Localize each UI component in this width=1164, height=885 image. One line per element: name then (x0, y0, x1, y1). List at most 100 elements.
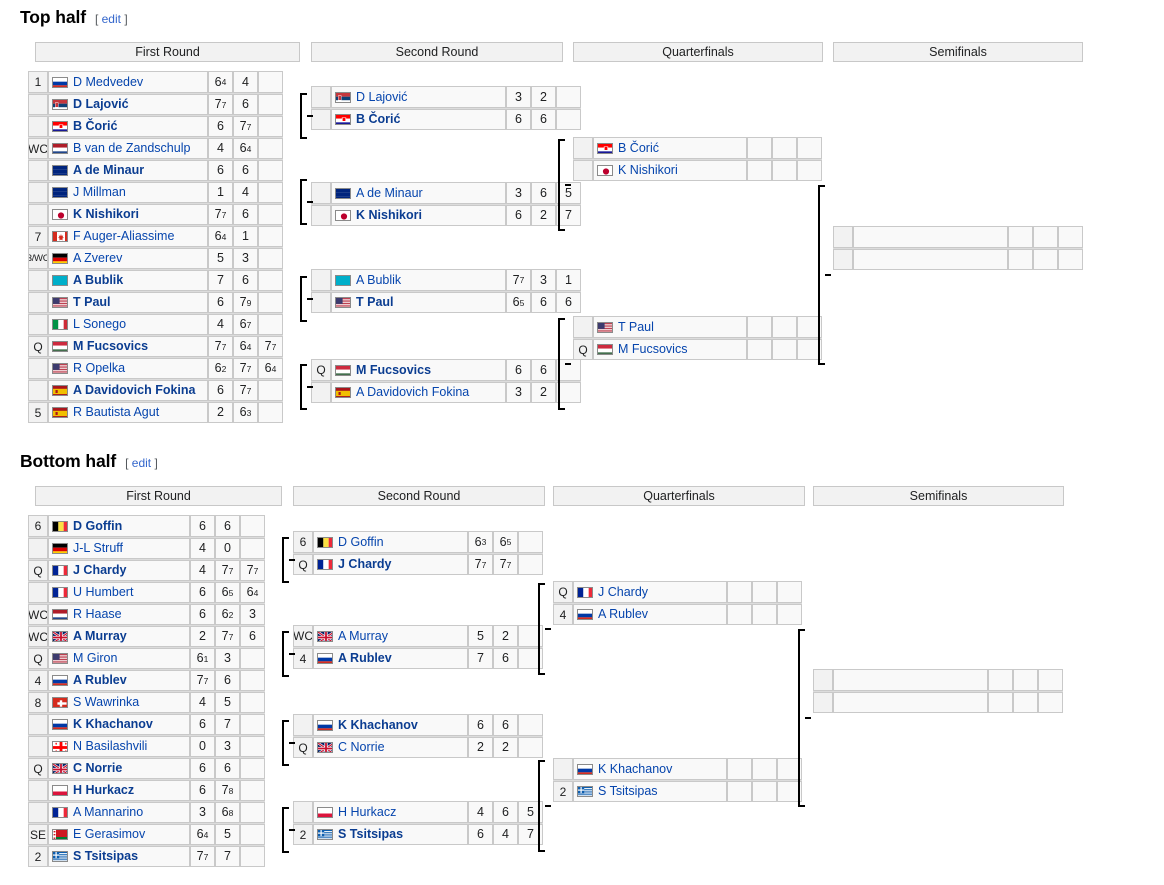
player-name[interactable]: H Hurkacz (73, 784, 134, 797)
player-cell[interactable]: K Khachanov (48, 714, 190, 735)
player-name[interactable]: K Khachanov (338, 719, 418, 732)
player-name[interactable]: K Khachanov (73, 718, 153, 731)
player-name[interactable]: A Rublev (598, 608, 648, 621)
player-cell[interactable]: E Gerasimov (48, 824, 190, 845)
player-name[interactable]: R Opelka (73, 362, 125, 375)
player-cell[interactable]: K Nishikori (331, 205, 506, 226)
player-cell[interactable]: A Davidovich Fokina (48, 380, 208, 401)
player-name[interactable]: C Norrie (338, 741, 385, 754)
player-cell[interactable]: S Wawrinka (48, 692, 190, 713)
player-name[interactable]: B Čorić (618, 142, 659, 155)
player-cell[interactable]: A Davidovich Fokina (331, 382, 506, 403)
player-name[interactable]: A Mannarino (73, 806, 143, 819)
player-name[interactable]: T Paul (73, 296, 111, 309)
player-name[interactable]: K Nishikori (618, 164, 678, 177)
player-name[interactable]: J Chardy (598, 586, 648, 599)
player-cell[interactable]: L Sonego (48, 314, 208, 335)
player-cell[interactable]: B Čorić (48, 116, 208, 137)
player-cell[interactable]: H Hurkacz (48, 780, 190, 801)
edit-link[interactable]: edit (102, 12, 121, 26)
player-name[interactable]: L Sonego (73, 318, 126, 331)
player-name[interactable]: A de Minaur (73, 164, 144, 177)
player-name[interactable]: S Tsitsipas (338, 828, 403, 841)
player-cell[interactable]: A de Minaur (331, 182, 506, 204)
player-name[interactable]: A Davidovich Fokina (356, 386, 469, 399)
player-name[interactable]: B van de Zandschulp (73, 142, 190, 155)
player-name[interactable]: B Čorić (356, 113, 400, 126)
player-name[interactable]: C Norrie (73, 762, 122, 775)
player-cell[interactable]: M Giron (48, 648, 190, 669)
player-cell[interactable]: B van de Zandschulp (48, 138, 208, 159)
player-name[interactable]: M Giron (73, 652, 117, 665)
player-name[interactable]: D Goffin (73, 520, 122, 533)
player-cell[interactable]: K Khachanov (313, 714, 468, 736)
player-name[interactable]: D Lajović (73, 98, 129, 111)
player-cell[interactable]: D Goffin (313, 531, 468, 553)
player-cell[interactable]: R Haase (48, 604, 190, 625)
player-name[interactable]: A Davidovich Fokina (73, 384, 195, 397)
player-name[interactable]: A Rublev (73, 674, 127, 687)
player-name[interactable]: U Humbert (73, 586, 133, 599)
player-cell[interactable]: T Paul (593, 316, 747, 338)
player-cell[interactable]: D Lajović (48, 94, 208, 115)
player-cell[interactable]: A Murray (313, 625, 468, 647)
player-cell[interactable]: A de Minaur (48, 160, 208, 181)
player-name[interactable]: F Auger-Aliassime (73, 230, 174, 243)
player-name[interactable]: K Nishikori (356, 209, 422, 222)
player-cell[interactable]: A Bublik (48, 270, 208, 291)
player-name[interactable]: K Nishikori (73, 208, 139, 221)
player-cell[interactable]: A Rublev (573, 604, 727, 625)
player-name[interactable]: D Lajović (356, 91, 407, 104)
player-name[interactable]: A de Minaur (356, 187, 423, 200)
player-cell[interactable]: J Chardy (313, 554, 468, 575)
player-cell[interactable]: S Tsitsipas (313, 824, 468, 845)
player-name[interactable]: M Fucsovics (73, 340, 148, 353)
player-name[interactable]: T Paul (618, 321, 654, 334)
player-cell[interactable] (833, 692, 988, 713)
player-name[interactable]: T Paul (356, 296, 394, 309)
player-cell[interactable]: A Rublev (313, 648, 468, 669)
player-name[interactable]: A Bublik (356, 274, 401, 287)
player-name[interactable]: J Millman (73, 186, 126, 199)
player-name[interactable]: A Bublik (73, 274, 123, 287)
player-name[interactable]: B Čorić (73, 120, 117, 133)
player-name[interactable]: J-L Struff (73, 542, 123, 555)
player-cell[interactable] (853, 226, 1008, 248)
player-cell[interactable]: M Fucsovics (331, 359, 506, 381)
player-name[interactable]: R Bautista Agut (73, 406, 159, 419)
player-cell[interactable]: K Nishikori (48, 204, 208, 225)
player-name[interactable]: S Tsitsipas (73, 850, 138, 863)
player-cell[interactable] (833, 669, 988, 691)
player-cell[interactable]: A Rublev (48, 670, 190, 691)
player-cell[interactable]: T Paul (331, 292, 506, 313)
player-cell[interactable]: C Norrie (48, 758, 190, 779)
player-cell[interactable]: S Tsitsipas (48, 846, 190, 867)
player-name[interactable]: H Hurkacz (338, 806, 396, 819)
player-name[interactable]: D Medvedev (73, 76, 143, 89)
player-cell[interactable]: H Hurkacz (313, 801, 468, 823)
player-cell[interactable]: B Čorić (331, 109, 506, 130)
player-cell[interactable]: M Fucsovics (593, 339, 747, 360)
player-name[interactable]: A Murray (73, 630, 127, 643)
player-cell[interactable]: S Tsitsipas (573, 781, 727, 802)
player-name[interactable]: R Haase (73, 608, 122, 621)
player-cell[interactable]: B Čorić (593, 137, 747, 159)
player-cell[interactable]: J Millman (48, 182, 208, 203)
player-cell[interactable]: T Paul (48, 292, 208, 313)
player-cell[interactable]: R Opelka (48, 358, 208, 379)
player-cell[interactable]: A Murray (48, 626, 190, 647)
player-name[interactable]: M Fucsovics (356, 364, 431, 377)
player-cell[interactable]: F Auger-Aliassime (48, 226, 208, 247)
player-cell[interactable]: D Goffin (48, 515, 190, 537)
player-cell[interactable]: A Zverev (48, 248, 208, 269)
player-cell[interactable]: K Khachanov (573, 758, 727, 780)
player-cell[interactable]: K Nishikori (593, 160, 747, 181)
player-cell[interactable]: R Bautista Agut (48, 402, 208, 423)
player-name[interactable]: K Khachanov (598, 763, 672, 776)
player-name[interactable]: E Gerasimov (73, 828, 145, 841)
player-name[interactable]: D Goffin (338, 536, 384, 549)
player-cell[interactable]: U Humbert (48, 582, 190, 603)
player-cell[interactable]: D Lajović (331, 86, 506, 108)
player-cell[interactable]: J-L Struff (48, 538, 190, 559)
player-cell[interactable]: J Chardy (48, 560, 190, 581)
